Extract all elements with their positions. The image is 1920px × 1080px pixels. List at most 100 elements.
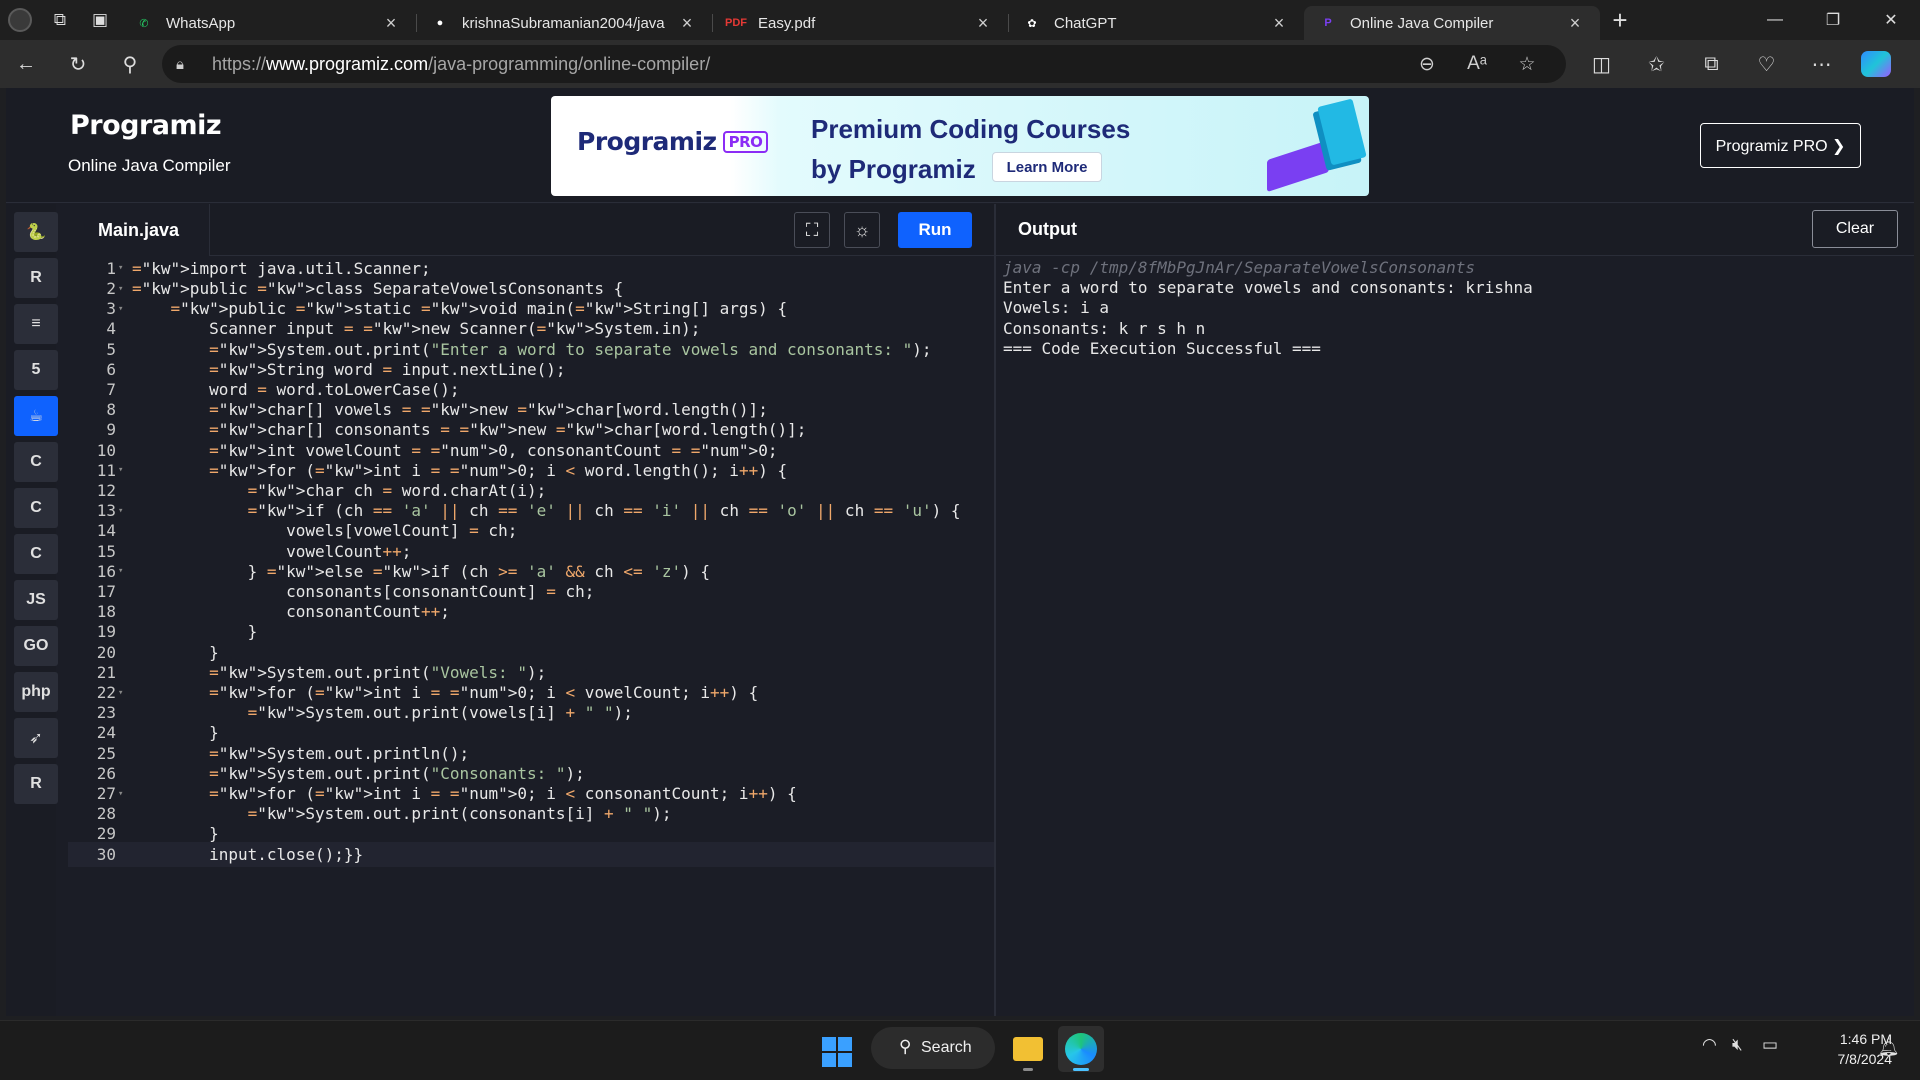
language-swift-icon[interactable]: ➶ — [14, 718, 58, 758]
browser-tab[interactable]: P Online Java Compiler × — [1304, 6, 1600, 40]
split-screen-icon[interactable]: ◫ — [1574, 52, 1629, 77]
line-number: 16 — [96, 561, 116, 581]
file-explorer-button[interactable] — [1005, 1026, 1051, 1072]
code-line-text: ="kw">System.out.print("Consonants: "); — [209, 763, 585, 783]
minimize-button[interactable]: — — [1746, 0, 1804, 40]
wifi-icon[interactable]: ◠ — [1702, 1035, 1717, 1055]
fullscreen-button[interactable]: ⛶ — [794, 212, 830, 248]
back-button[interactable]: ← — [0, 44, 52, 84]
browser-tab[interactable]: ✆ WhatsApp × — [120, 6, 416, 40]
battery-icon[interactable]: ▭ — [1762, 1035, 1778, 1055]
start-button[interactable] — [822, 1037, 852, 1067]
file-tab-main-java[interactable]: Main.java — [68, 204, 210, 256]
tab-close-icon[interactable]: × — [380, 13, 402, 34]
refresh-button[interactable]: ↻ — [52, 44, 104, 84]
browser-tab[interactable]: ● krishnaSubramanian2004/java × — [416, 6, 712, 40]
language-csharp-icon[interactable]: C — [14, 534, 58, 574]
restore-button[interactable]: ❐ — [1804, 0, 1862, 40]
minimize-icon: — — [1767, 11, 1783, 28]
language-rust-icon[interactable]: R — [14, 764, 58, 804]
code-line-text: consonants[consonantCount] = ch; — [132, 582, 595, 602]
address-bar[interactable]: 🔒︎ https://www.programiz.com/java-progra… — [162, 45, 1566, 83]
fold-toggle-icon[interactable]: ▾ — [116, 789, 128, 799]
banner-subheadline: by Programiz — [811, 154, 976, 184]
code-line-text: ="kw">System.out.print(consonants[i] + "… — [247, 804, 672, 824]
language-php-icon[interactable]: php — [14, 672, 58, 712]
run-button[interactable]: Run — [898, 212, 972, 248]
theme-toggle-button[interactable]: ☼ — [844, 212, 880, 248]
tab-close-icon[interactable]: × — [972, 13, 994, 34]
url-text[interactable]: https://www.programiz.com/java-programmi… — [212, 54, 1402, 75]
code-line-text: } — [132, 824, 219, 844]
fold-toggle-icon[interactable]: ▾ — [116, 688, 128, 698]
language-cpp-icon[interactable]: C — [14, 488, 58, 528]
fold-toggle-icon[interactable]: ▾ — [116, 506, 128, 516]
favorite-star-icon[interactable]: ☆ — [1502, 53, 1552, 76]
language-c-icon[interactable]: C — [14, 442, 58, 482]
browser-tab[interactable]: ✿ ChatGPT × — [1008, 6, 1304, 40]
language-java-icon[interactable]: ☕ — [14, 396, 58, 436]
line-number: 13 — [96, 501, 116, 521]
browser-tab[interactable]: PDF Easy.pdf × — [712, 6, 1008, 40]
clear-button[interactable]: Clear — [1812, 210, 1898, 248]
code-editor[interactable]: 1 ▾ ="kw">import java.util.Scanner; 2 ▾ ="kw"… — [68, 256, 994, 1016]
tab-close-icon[interactable]: × — [1564, 13, 1586, 34]
notification-bell-icon[interactable]: 🔔︎ — [1878, 1038, 1900, 1058]
browser-essentials-icon[interactable]: ♡ — [1739, 52, 1794, 77]
code-line-text: vowelCount++; — [132, 541, 412, 561]
browser-tab-title: WhatsApp — [166, 14, 236, 32]
fold-toggle-icon[interactable]: ▾ — [116, 465, 128, 475]
programiz-pro-button[interactable]: Programiz PRO ❯ — [1700, 123, 1861, 168]
volume-muted-icon[interactable]: 🔇︎ — [1732, 1035, 1743, 1055]
zoom-icon[interactable]: ⊖ — [1402, 53, 1452, 76]
more-options-icon[interactable]: ⋯ — [1794, 52, 1849, 77]
code-line-text: ="kw">System.out.print("Enter a word to … — [209, 339, 932, 359]
fold-toggle-icon[interactable]: ▾ — [116, 284, 128, 294]
new-tab-button[interactable]: + — [1600, 0, 1640, 40]
programiz-logo[interactable]: Programiz — [70, 110, 222, 141]
promo-banner[interactable]: Programiz PRO Premium Coding Courses by P… — [551, 96, 1369, 196]
programiz-icon: P — [1324, 17, 1332, 29]
language-html-icon[interactable]: 5 — [14, 350, 58, 390]
language-r-icon[interactable]: R — [14, 258, 58, 298]
language-python-icon[interactable]: 🐍 — [14, 212, 58, 252]
output-console[interactable]: java -cp /tmp/8fMbPgJnAr/SeparateVowelsC… — [996, 256, 1914, 1016]
line-number: 29 — [96, 824, 116, 844]
code-line-text: ="kw">char[] vowels = ="kw">new ="kw">ch… — [209, 400, 768, 420]
read-aloud-icon[interactable]: Aᵃ — [1452, 53, 1502, 75]
taskbar-search[interactable]: ⚲ Search — [871, 1027, 995, 1069]
windows-logo-icon — [838, 1053, 852, 1067]
line-number: 10 — [96, 440, 116, 460]
code-line-text: ="kw">char[] consonants = ="kw">new ="kw… — [209, 420, 807, 440]
language-sql-icon[interactable]: ≡ — [14, 304, 58, 344]
favorites-icon[interactable]: ✩ — [1629, 52, 1684, 77]
language-go-icon[interactable]: GO — [14, 626, 58, 666]
language-js-icon[interactable]: JS — [14, 580, 58, 620]
edge-taskbar-button[interactable] — [1058, 1026, 1104, 1072]
copilot-icon[interactable] — [1861, 51, 1891, 77]
folder-icon — [1013, 1037, 1043, 1061]
tab-actions-button[interactable]: ▣ — [80, 0, 120, 40]
tab-close-icon[interactable]: × — [1268, 13, 1290, 34]
workspaces-button[interactable]: ⧉ — [40, 0, 80, 40]
language-sidebar: 🐍 R ≡ 5 ☕ C C C JS GO php ➶ R — [6, 204, 58, 1016]
github-icon: ● — [436, 17, 444, 29]
search-button[interactable]: ⚲ — [104, 44, 156, 84]
active-indicator — [1073, 1068, 1089, 1071]
fold-toggle-icon[interactable]: ▾ — [116, 304, 128, 314]
profile-button[interactable] — [0, 0, 40, 40]
code-line-text: ="kw">import java.util.Scanner; — [132, 258, 431, 278]
workspaces-icon: ⧉ — [53, 10, 67, 29]
code-line-text: ="kw">char ch = word.charAt(i); — [247, 481, 547, 501]
fold-toggle-icon[interactable]: ▾ — [116, 566, 128, 576]
code-line[interactable]: 30 input.close();}} — [68, 841, 994, 867]
line-number: 6 — [106, 359, 116, 379]
graduation-cap-illustration — [1267, 139, 1329, 193]
search-icon: ⚲ — [122, 53, 138, 76]
tab-close-icon[interactable]: × — [676, 13, 698, 34]
learn-more-button[interactable]: Learn More — [992, 152, 1102, 182]
close-window-button[interactable]: ✕ — [1862, 0, 1920, 40]
fold-toggle-icon[interactable]: ▾ — [116, 263, 128, 273]
collections-icon[interactable]: ⧉ — [1684, 53, 1739, 76]
line-number: 7 — [106, 380, 116, 400]
